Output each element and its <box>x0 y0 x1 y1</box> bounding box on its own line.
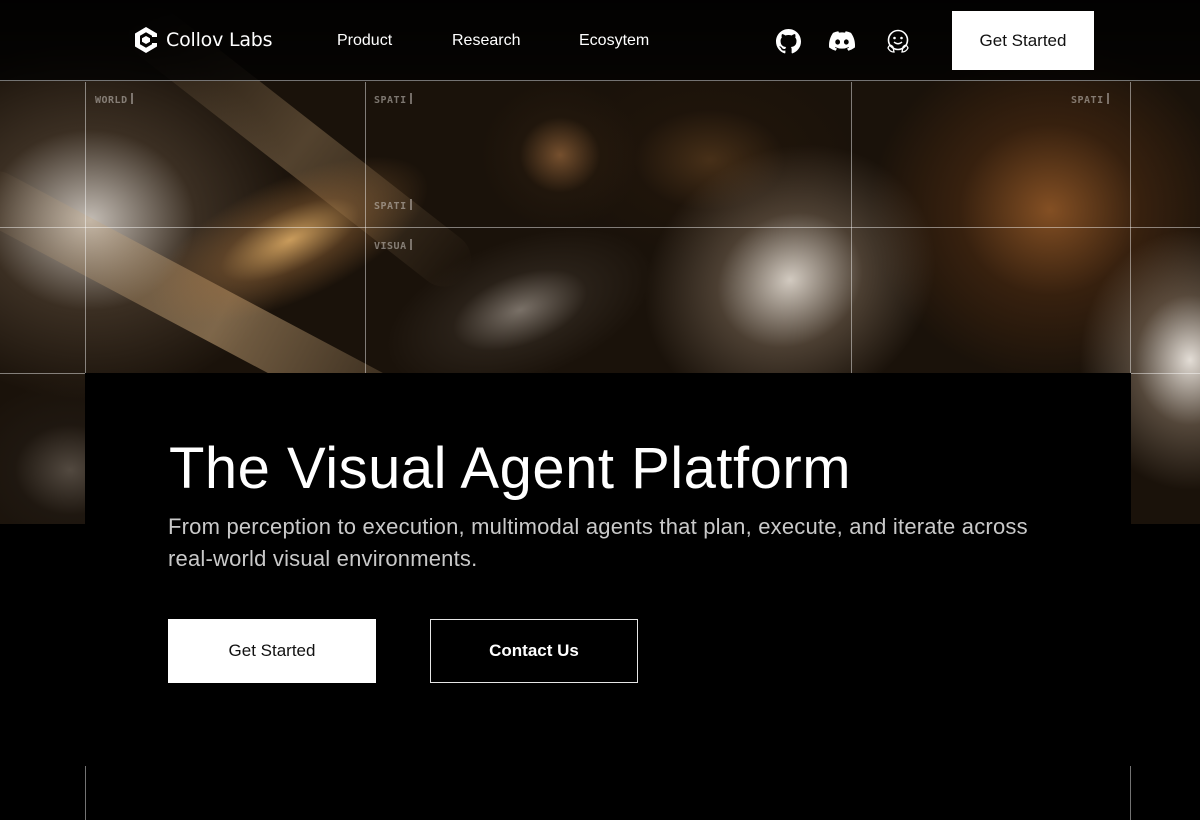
huggingface-icon[interactable] <box>885 28 911 54</box>
grid-tag-spatial: SPATI <box>1071 93 1109 106</box>
discord-icon[interactable] <box>829 28 855 54</box>
top-nav: Collov Labs Product Research Ecosytem Ge… <box>0 0 1200 81</box>
github-icon[interactable] <box>775 28 801 54</box>
contact-us-button[interactable]: Contact Us <box>430 619 638 683</box>
grid-line <box>851 82 852 373</box>
nav-link-ecosystem[interactable]: Ecosytem <box>579 32 649 50</box>
grid-tag-spatial: SPATI <box>374 93 412 106</box>
grid-tag-spatial: SPATI <box>374 199 412 212</box>
brand-logo-link[interactable]: Collov Labs <box>134 26 273 54</box>
nav-link-product[interactable]: Product <box>337 32 392 50</box>
brand-name: Collov Labs <box>166 29 273 51</box>
nav-link-research[interactable]: Research <box>452 32 520 50</box>
nav-get-started-button[interactable]: Get Started <box>952 11 1094 70</box>
grid-tag-visual: VISUA <box>374 239 412 252</box>
grid-line <box>365 82 366 373</box>
hero-subtitle: From perception to execution, multimodal… <box>168 514 1028 571</box>
hero-title: The Visual Agent Platform <box>169 436 852 501</box>
hero-panel: The Visual Agent Platform From perceptio… <box>85 373 1131 766</box>
grid-line <box>0 227 1200 228</box>
collov-logo-icon <box>135 27 157 53</box>
grid-tag-world: WORLD <box>95 93 133 106</box>
get-started-button[interactable]: Get Started <box>168 619 376 683</box>
